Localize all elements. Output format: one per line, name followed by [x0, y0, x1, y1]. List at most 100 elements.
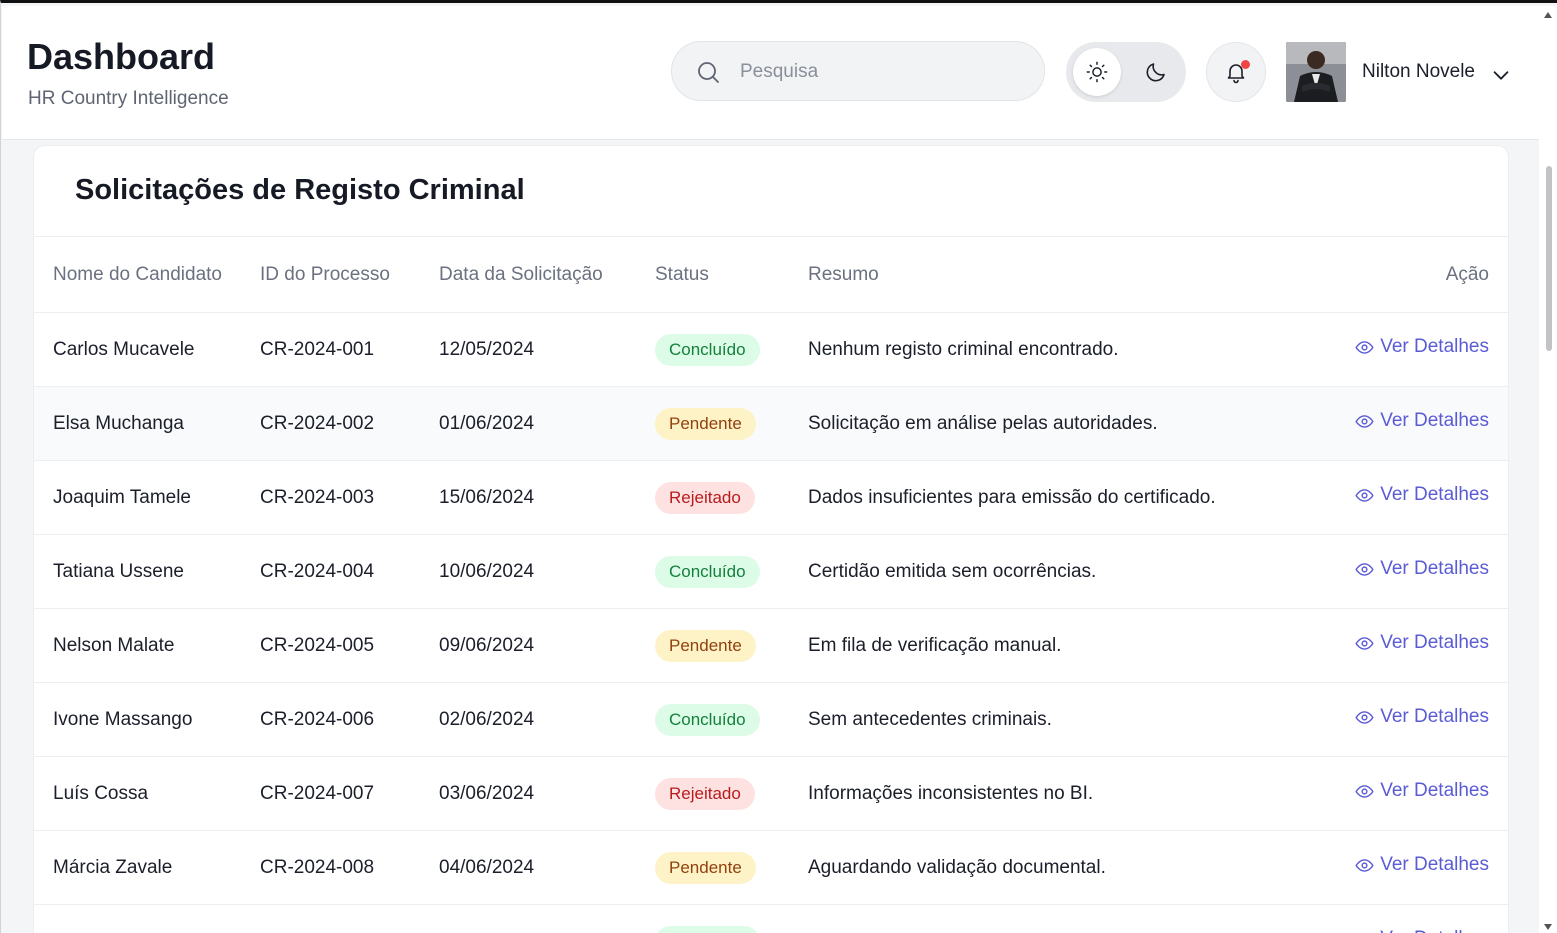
cell-action: Ver Detalhes: [1329, 904, 1508, 933]
status-badge: Rejeitado: [655, 777, 755, 810]
cell-action: Ver Detalhes: [1329, 608, 1508, 683]
view-details-link[interactable]: Ver Detalhes: [1355, 558, 1489, 580]
cell-candidate-name: Ivone Massango: [34, 682, 260, 757]
status-badge: Pendente: [655, 407, 756, 440]
dark-mode-button[interactable]: [1132, 48, 1180, 96]
cell-status: Pendente: [655, 830, 808, 905]
view-details-link[interactable]: Ver Detalhes: [1355, 484, 1489, 506]
view-details-label: Ver Detalhes: [1380, 336, 1489, 358]
cell-status: Rejeitado: [655, 756, 808, 831]
view-details-link[interactable]: Ver Detalhes: [1355, 706, 1489, 728]
cell-status: Concluído: [655, 904, 808, 933]
cell-action: Ver Detalhes: [1329, 312, 1508, 387]
view-details-link[interactable]: Ver Detalhes: [1355, 336, 1489, 358]
column-header-name[interactable]: Nome do Candidato: [34, 236, 260, 313]
user-name[interactable]: Nilton Novele: [1362, 61, 1475, 83]
cell-status: Concluído: [655, 682, 808, 757]
status-badge: Concluído: [655, 555, 760, 588]
table-row: Nelson Malate CR-2024-005 09/06/2024 Penden…: [34, 608, 1508, 683]
scroll-up-arrow-icon[interactable]: [1543, 10, 1553, 20]
cell-candidate-name: Márcia Zavale: [34, 830, 260, 905]
cell-process-id: CR-2024-004: [260, 534, 439, 609]
eye-icon: [1355, 488, 1374, 502]
scrollbar-thumb[interactable]: [1546, 166, 1552, 351]
cell-process-id: CR-2024-001: [260, 312, 439, 387]
column-header-date[interactable]: Data da Solicitação: [439, 236, 655, 313]
search-icon: [698, 62, 719, 83]
cell-summary: Nenhum registo criminal encontrado.: [808, 312, 1329, 387]
status-badge: Pendente: [655, 851, 756, 884]
cell-action: Ver Detalhes: [1329, 460, 1508, 535]
cell-process-id: CR-2024-005: [260, 608, 439, 683]
cell-status: Concluído: [655, 312, 808, 387]
avatar[interactable]: [1286, 42, 1346, 102]
eye-icon: [1355, 784, 1374, 798]
column-header-summary[interactable]: Resumo: [808, 236, 1329, 313]
eye-icon: [1355, 340, 1374, 354]
cell-summary: Informações inconsistentes no BI.: [808, 756, 1329, 831]
column-header-action: Ação: [1329, 236, 1508, 313]
view-details-label: Ver Detalhes: [1380, 484, 1489, 506]
view-details-label: Ver Detalhes: [1380, 558, 1489, 580]
cell-status: Concluído: [655, 534, 808, 609]
cell-candidate-name: Joaquim Tamele: [34, 460, 260, 535]
search-input[interactable]: [738, 56, 1032, 88]
cell-status: Rejeitado: [655, 460, 808, 535]
view-details-label: Ver Detalhes: [1380, 632, 1489, 654]
eye-icon: [1355, 710, 1374, 724]
cell-action: Ver Detalhes: [1329, 830, 1508, 905]
cell-summary: Aguardando validação documental.: [808, 830, 1329, 905]
table-row: Eduardo M...CR-2024-00905/06/2024Concluí…: [34, 904, 1508, 933]
vertical-scrollbar[interactable]: [1539, 6, 1557, 933]
column-header-status[interactable]: Status: [655, 236, 808, 313]
table-row: Elsa Muchanga CR-2024-002 01/06/2024 Penden…: [34, 386, 1508, 461]
status-badge: Pendente: [655, 629, 756, 662]
cell-summary: Em fila de verificação manual.: [808, 608, 1329, 683]
cell-request-date: 05/06/2024: [439, 904, 655, 933]
cell-candidate-name: Nelson Malate: [34, 608, 260, 683]
table-row: Carlos Mucavele CR-2024-001 12/05/2024 Conc…: [34, 312, 1508, 387]
cell-process-id: CR-2024-008: [260, 830, 439, 905]
search-box[interactable]: [671, 41, 1045, 101]
notification-dot: [1241, 60, 1250, 69]
light-mode-button[interactable]: [1073, 48, 1121, 96]
column-header-id[interactable]: ID do Processo: [260, 236, 439, 313]
eye-icon: [1355, 858, 1374, 872]
scroll-down-arrow-icon[interactable]: [1543, 922, 1553, 932]
cell-request-date: 04/06/2024: [439, 830, 655, 905]
view-details-label: Ver Detalhes: [1380, 928, 1489, 933]
view-details-link[interactable]: Ver Detalhes: [1355, 410, 1489, 432]
cell-process-id: CR-2024-003: [260, 460, 439, 535]
cell-summary: Dados insuficientes para emissão do cert…: [808, 460, 1329, 535]
cell-request-date: 09/06/2024: [439, 608, 655, 683]
cell-action: Ver Detalhes: [1329, 682, 1508, 757]
cell-candidate-name: Tatiana Ussene: [34, 534, 260, 609]
cell-candidate-name: Luís Cossa: [34, 756, 260, 831]
chevron-down-icon[interactable]: [1490, 64, 1512, 86]
table-row: Ivone Massango CR-2024-006 02/06/2024 Concl…: [34, 682, 1508, 757]
app-window: Dashboard HR Country Intelligence Pesqui…: [0, 0, 1557, 933]
view-details-link[interactable]: Ver Detalhes: [1355, 632, 1489, 654]
criminal-record-requests-card: Solicitações de Registo Criminal Nome do…: [33, 145, 1509, 933]
cell-process-id: CR-2024-009: [260, 904, 439, 933]
theme-toggle[interactable]: [1066, 42, 1186, 102]
notifications-button[interactable]: [1206, 42, 1266, 102]
cell-summary: Solicitação em análise pelas autoridades…: [808, 386, 1329, 461]
status-badge: Concluído: [655, 925, 760, 933]
cell-status: Pendente: [655, 608, 808, 683]
eye-icon: [1355, 562, 1374, 576]
cell-candidate-name: Carlos Mucavele: [34, 312, 260, 387]
cell-request-date: 03/06/2024: [439, 756, 655, 831]
table-row: Luís Cossa CR-2024-007 03/06/2024 Rejeitado…: [34, 756, 1508, 831]
view-details-link[interactable]: Ver Detalhes: [1355, 854, 1489, 876]
table-row: Tatiana Ussene CR-2024-004 10/06/2024 Concl…: [34, 534, 1508, 609]
cell-request-date: 12/05/2024: [439, 312, 655, 387]
cell-status: Pendente: [655, 386, 808, 461]
table-header-row: Nome do Candidato ID do Processo Data da…: [34, 236, 1508, 313]
view-details-link[interactable]: Ver Detalhes: [1355, 780, 1489, 802]
view-details-link[interactable]: Ver Detalhes: [1355, 928, 1489, 933]
eye-icon: [1355, 414, 1374, 428]
cell-request-date: 10/06/2024: [439, 534, 655, 609]
cell-summary: Sem antecedentes criminais.: [808, 682, 1329, 757]
cell-summary: Nenhuma ocorrência registada.: [808, 904, 1329, 933]
